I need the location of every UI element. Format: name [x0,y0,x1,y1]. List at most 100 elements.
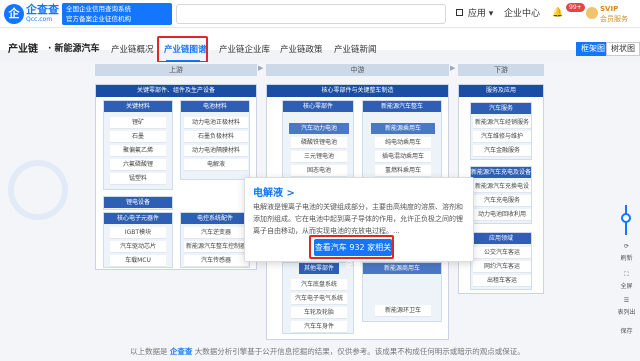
group-title[interactable]: 新能源汽车整车 [363,101,441,112]
list-item[interactable]: 汽车维修与维护 [473,131,531,143]
footer: 以上数据是 企查查 大数据分析引擎基于公开信息挖掘的结果，仅供参考。该成果不构成… [0,342,640,361]
crown-icon [586,7,598,19]
list-item[interactable]: 石墨负极材料 [184,131,248,143]
fullscreen-icon[interactable]: ⛶ [613,271,640,279]
group-title[interactable]: 应用领域 [471,233,531,244]
subgroup-title[interactable]: 新能源乘用车 [371,123,435,134]
downstream-header: 服务及应用 [459,85,543,97]
list-item[interactable]: 汽车传感器 [184,255,248,267]
bell-icon[interactable]: 🔔 [552,5,563,21]
list-item[interactable]: 出租车客运 [473,275,531,287]
table-label[interactable]: 表列出 [613,307,640,316]
list-item[interactable]: 动力电池正极材料 [184,117,248,129]
list-item[interactable]: 汽车逆变器 [184,227,248,239]
refresh-label[interactable]: 刷新 [613,253,640,262]
list-item[interactable]: 聚偏氟乙烯 [110,145,166,157]
list-item[interactable]: 汽车底盘系统 [291,279,347,291]
group-control-parts: 电控系统配件 汽车逆变器 新能源汽车整车控制器 汽车传感器 [180,212,250,268]
fullscreen-label[interactable]: 全屏 [613,281,640,290]
footer-brand: 企查查 [169,347,193,356]
popup-description: 电解液是锂离子电池的关键组成部分，主要由高纯度的溶质、溶剂和添加剂组成。它在电池… [253,203,463,235]
list-item[interactable]: 三元锂电池 [291,151,347,163]
subgroup-title[interactable]: 汽车动力电池 [289,123,349,134]
footer-prefix: 以上数据是 [130,347,168,356]
stage-upstream: 上游 [95,64,257,76]
view-graph-button[interactable]: 框架图 [576,42,610,56]
refresh-icon[interactable]: ⟳ [613,243,640,250]
zoom-handle[interactable] [621,213,631,223]
tab-highlight-box [157,36,208,63]
tab-companies[interactable]: 产业链企业库 [219,43,270,57]
stage-midstream: 中游 [266,64,449,76]
slogan-banner: 全国企业信用查询系统 官方备案企业征信机构 [62,3,172,25]
tab-policy[interactable]: 产业链政策 [280,43,323,57]
group-battery-materials: 电池材料 动力电池正极材料 石墨负极材料 动力电池隔膜材料 电解液 [180,100,250,180]
group-title[interactable]: 核心零部件 [283,101,353,112]
group-title[interactable]: 新能源汽车充电及设备 [471,167,531,178]
group-title[interactable]: 电池材料 [181,101,249,112]
list-item[interactable]: 锂矿 [110,117,166,129]
button-highlight-box [309,235,394,259]
list-item[interactable]: 锰塑料 [110,173,166,185]
top-bar: 企 企查查 Qcc.com 全国企业信用查询系统 官方备案企业征信机构 应用 ▾… [0,0,640,28]
apps-label: 应用 [467,9,486,19]
tab-bar: 产业链概况 产业链图谱 产业链企业库 产业链政策 产业链新闻 [0,40,640,62]
list-item[interactable]: 固态电池 [291,165,347,177]
list-item[interactable]: 新能源汽车整车控制器 [184,241,248,253]
slogan-line2: 官方备案企业征信机构 [66,15,131,23]
list-item[interactable]: 汽车驱动芯片 [110,241,166,253]
list-item[interactable]: 电解液 [184,159,248,171]
list-item[interactable]: 新能源环卫车 [375,305,431,317]
list-item[interactable]: 公交汽车客运 [473,247,531,259]
group-title[interactable]: 电控系统配件 [181,213,249,224]
search-input[interactable] [176,4,446,24]
vip-sub: 会员服务 [600,15,628,23]
view-tree-button[interactable]: 树状图 [606,42,640,56]
group-other-parts: 其他零部件 汽车底盘系统 汽车电子电气系统 车轮及轮胎 汽车车身件 [282,262,354,334]
footer-text: 以上数据是 企查查 大数据分析引擎基于公开信息挖掘的结果，仅供参考。该成果不构成… [130,346,525,357]
list-item[interactable]: 汽车金融服务 [473,145,531,157]
group-nev-commercial: 新能源商用车 新能源环卫车 [362,262,442,322]
list-item[interactable]: 汽车充电服务 [473,195,531,207]
list-item[interactable]: 网约汽车客运 [473,261,531,273]
list-item[interactable]: 纯电动乘用车 [375,137,431,149]
group-key-materials: 关键材料 锂矿 石墨 聚偏氟乙烯 六氟磷酸锂 锰塑料 [103,100,173,190]
popup-title-link[interactable]: 电解液 > [253,184,295,199]
group-title[interactable]: 锂电设备 [104,197,172,208]
apps-menu[interactable]: 应用 ▾ [456,6,493,22]
midstream-header: 核心零部件与关键整车制造 [267,85,448,97]
list-item[interactable]: 新能源汽车经销服务 [473,117,531,129]
list-item[interactable]: IGBT模块 [110,227,166,239]
vip-button[interactable]: SVIP 会员服务 [586,3,636,25]
tab-news[interactable]: 产业链新闻 [334,43,377,57]
list-item[interactable]: 磷酸铁锂电池 [291,137,347,149]
list-item[interactable]: 六氟磷酸锂 [110,159,166,171]
group-core-electronics: 核心电子元器件 IGBT模块 汽车驱动芯片 车载MCU [103,212,173,268]
group-title[interactable]: 关键材料 [104,101,172,112]
list-item[interactable]: 插电混动乘用车 [375,151,431,163]
arrow-right-icon: ▶ [258,64,264,72]
list-item[interactable]: 新能源汽车充换电设备 [473,181,531,202]
list-item[interactable]: 汽车电子电气系统 [291,293,347,305]
list-item[interactable]: 动力电池隔膜材料 [184,145,248,157]
list-item[interactable]: 氢燃料乘用车 [375,165,431,177]
chevron-down-icon: ▾ [488,9,494,19]
company-center-link[interactable]: 企业中心 [504,6,540,22]
list-item[interactable]: 车载MCU [110,255,166,267]
list-item[interactable]: 汽车车身件 [291,321,347,333]
tab-overview[interactable]: 产业链概况 [111,43,154,57]
group-title[interactable]: 新能源商用车 [363,263,441,274]
group-title[interactable]: 汽车服务 [471,103,531,114]
list-item[interactable]: 石墨 [110,131,166,143]
group-title[interactable]: 其他零部件 [299,263,339,274]
logo-name: 企查查 [26,3,59,16]
grid-icon [456,9,463,16]
save-label[interactable]: 保存 [613,326,640,335]
group-title[interactable]: 核心电子元器件 [104,213,172,224]
right-toolbar: ⟳ 刷新 ⛶ 全屏 ☰ 表列出 [613,205,640,316]
logo-mark: 企 [4,4,24,24]
table-icon[interactable]: ☰ [613,297,640,304]
list-item[interactable]: 车轮及轮胎 [291,307,347,319]
group-lithium-equipment: 锂电设备 [103,196,173,210]
list-item[interactable]: 动力电池回收利用 [473,209,531,221]
